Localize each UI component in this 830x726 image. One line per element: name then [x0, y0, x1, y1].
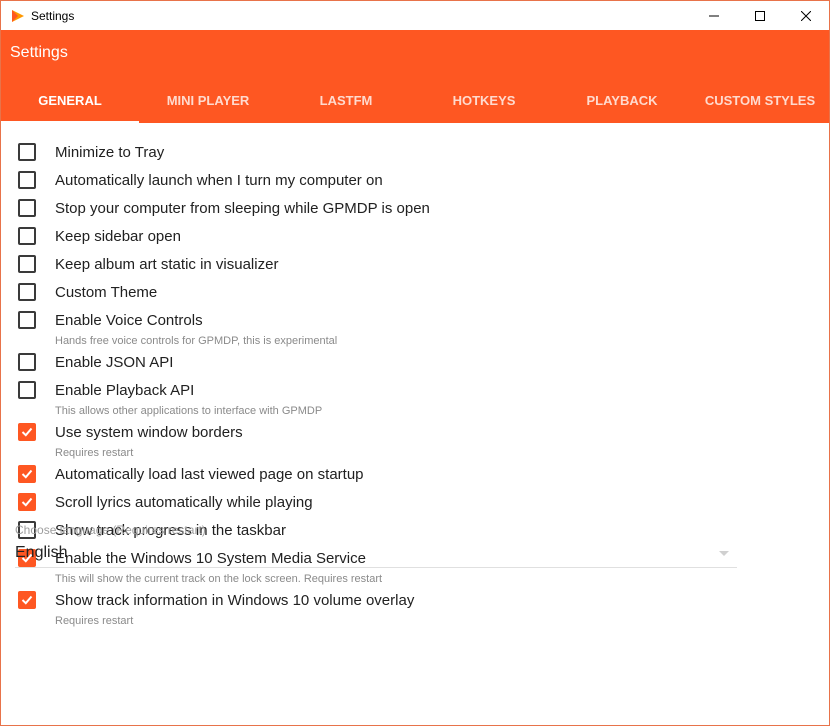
- checkmark-icon: [21, 595, 33, 605]
- close-button[interactable]: [783, 1, 829, 30]
- setting-checkbox[interactable]: [18, 283, 36, 301]
- checkmark-icon: [21, 469, 33, 479]
- setting-checkbox[interactable]: [18, 591, 36, 609]
- setting-label: Automatically load last viewed page on s…: [55, 466, 364, 483]
- setting-row: Stop your computer from sleeping while G…: [1, 199, 829, 228]
- page-title: Settings: [10, 44, 68, 61]
- setting-row: Use system window borders Requires restar…: [1, 423, 829, 459]
- setting-label: Use system window borders: [55, 424, 243, 441]
- maximize-button[interactable]: [737, 1, 783, 30]
- setting-description: This will show the current track on the …: [55, 573, 383, 585]
- setting-row: Enable JSON API: [1, 353, 829, 382]
- window-controls: [691, 1, 829, 30]
- setting-checkbox[interactable]: [18, 465, 36, 483]
- setting-row: Enable Playback API This allows other app…: [1, 381, 829, 417]
- setting-label: Custom Theme: [55, 284, 158, 301]
- tab-custom-styles[interactable]: CUSTOM STYLES: [691, 78, 829, 123]
- setting-row: Automatically launch when I turn my comp…: [1, 171, 829, 200]
- setting-row: Keep sidebar open: [1, 227, 829, 256]
- setting-label: Show track information in Windows 10 vol…: [55, 592, 415, 609]
- setting-label: Enable Voice Controls: [55, 312, 203, 329]
- language-select[interactable]: English: [15, 539, 737, 568]
- language-value: English: [15, 544, 68, 561]
- setting-checkbox[interactable]: [18, 311, 36, 329]
- setting-checkbox[interactable]: [18, 171, 36, 189]
- minimize-icon: [709, 15, 719, 16]
- setting-row: Minimize to Tray: [1, 143, 829, 172]
- setting-description: Hands free voice controls for GPMDP, thi…: [55, 335, 338, 347]
- setting-row: Enable Voice Controls Hands free voice co…: [1, 311, 829, 347]
- setting-description: This allows other applications to interf…: [55, 405, 323, 417]
- language-label: Choose language (Requires restart): [15, 523, 206, 537]
- setting-checkbox[interactable]: [18, 255, 36, 273]
- setting-checkbox[interactable]: [18, 353, 36, 371]
- setting-checkbox[interactable]: [18, 143, 36, 161]
- tab-mini-player[interactable]: MINI PLAYER: [139, 78, 277, 123]
- setting-label: Enable JSON API: [55, 354, 174, 371]
- tab-bar: GENERAL MINI PLAYER LASTFM HOTKEYS PLAYB…: [1, 78, 829, 123]
- tab-general[interactable]: GENERAL: [1, 78, 139, 123]
- chevron-down-icon: [719, 551, 729, 556]
- settings-header: Settings GENERAL MINI PLAYER LASTFM HOTK…: [1, 30, 829, 123]
- setting-checkbox[interactable]: [18, 381, 36, 399]
- minimize-button[interactable]: [691, 1, 737, 30]
- close-icon: [801, 10, 811, 21]
- setting-row: Show track information in Windows 10 vol…: [1, 591, 829, 627]
- tab-hotkeys[interactable]: HOTKEYS: [415, 78, 553, 123]
- setting-label: Scroll lyrics automatically while playin…: [55, 494, 313, 511]
- tab-lastfm[interactable]: LASTFM: [277, 78, 415, 123]
- setting-label: Keep sidebar open: [55, 228, 181, 245]
- checkmark-icon: [21, 497, 33, 507]
- setting-checkbox[interactable]: [18, 423, 36, 441]
- setting-row: Keep album art static in visualizer: [1, 255, 829, 284]
- play-logo-icon: [11, 9, 25, 23]
- maximize-icon: [755, 10, 765, 21]
- tab-playback[interactable]: PLAYBACK: [553, 78, 691, 123]
- setting-label: Enable Playback API: [55, 382, 195, 399]
- window-title: Settings: [31, 8, 75, 23]
- setting-label: Minimize to Tray: [55, 144, 165, 161]
- setting-checkbox[interactable]: [18, 227, 36, 245]
- setting-description: Requires restart: [55, 615, 134, 627]
- setting-label: Keep album art static in visualizer: [55, 256, 279, 273]
- checkmark-icon: [21, 427, 33, 437]
- title-bar: Settings: [1, 1, 829, 30]
- setting-checkbox[interactable]: [18, 199, 36, 217]
- setting-label: Automatically launch when I turn my comp…: [55, 172, 383, 189]
- setting-label: Stop your computer from sleeping while G…: [55, 200, 430, 217]
- setting-description: Requires restart: [55, 447, 134, 459]
- setting-row: Scroll lyrics automatically while playin…: [1, 493, 829, 522]
- setting-row: Automatically load last viewed page on s…: [1, 465, 829, 494]
- setting-row: Custom Theme: [1, 283, 829, 312]
- setting-checkbox[interactable]: [18, 493, 36, 511]
- settings-window: Settings Settings GENERAL MINI PLAYER LA…: [0, 0, 830, 726]
